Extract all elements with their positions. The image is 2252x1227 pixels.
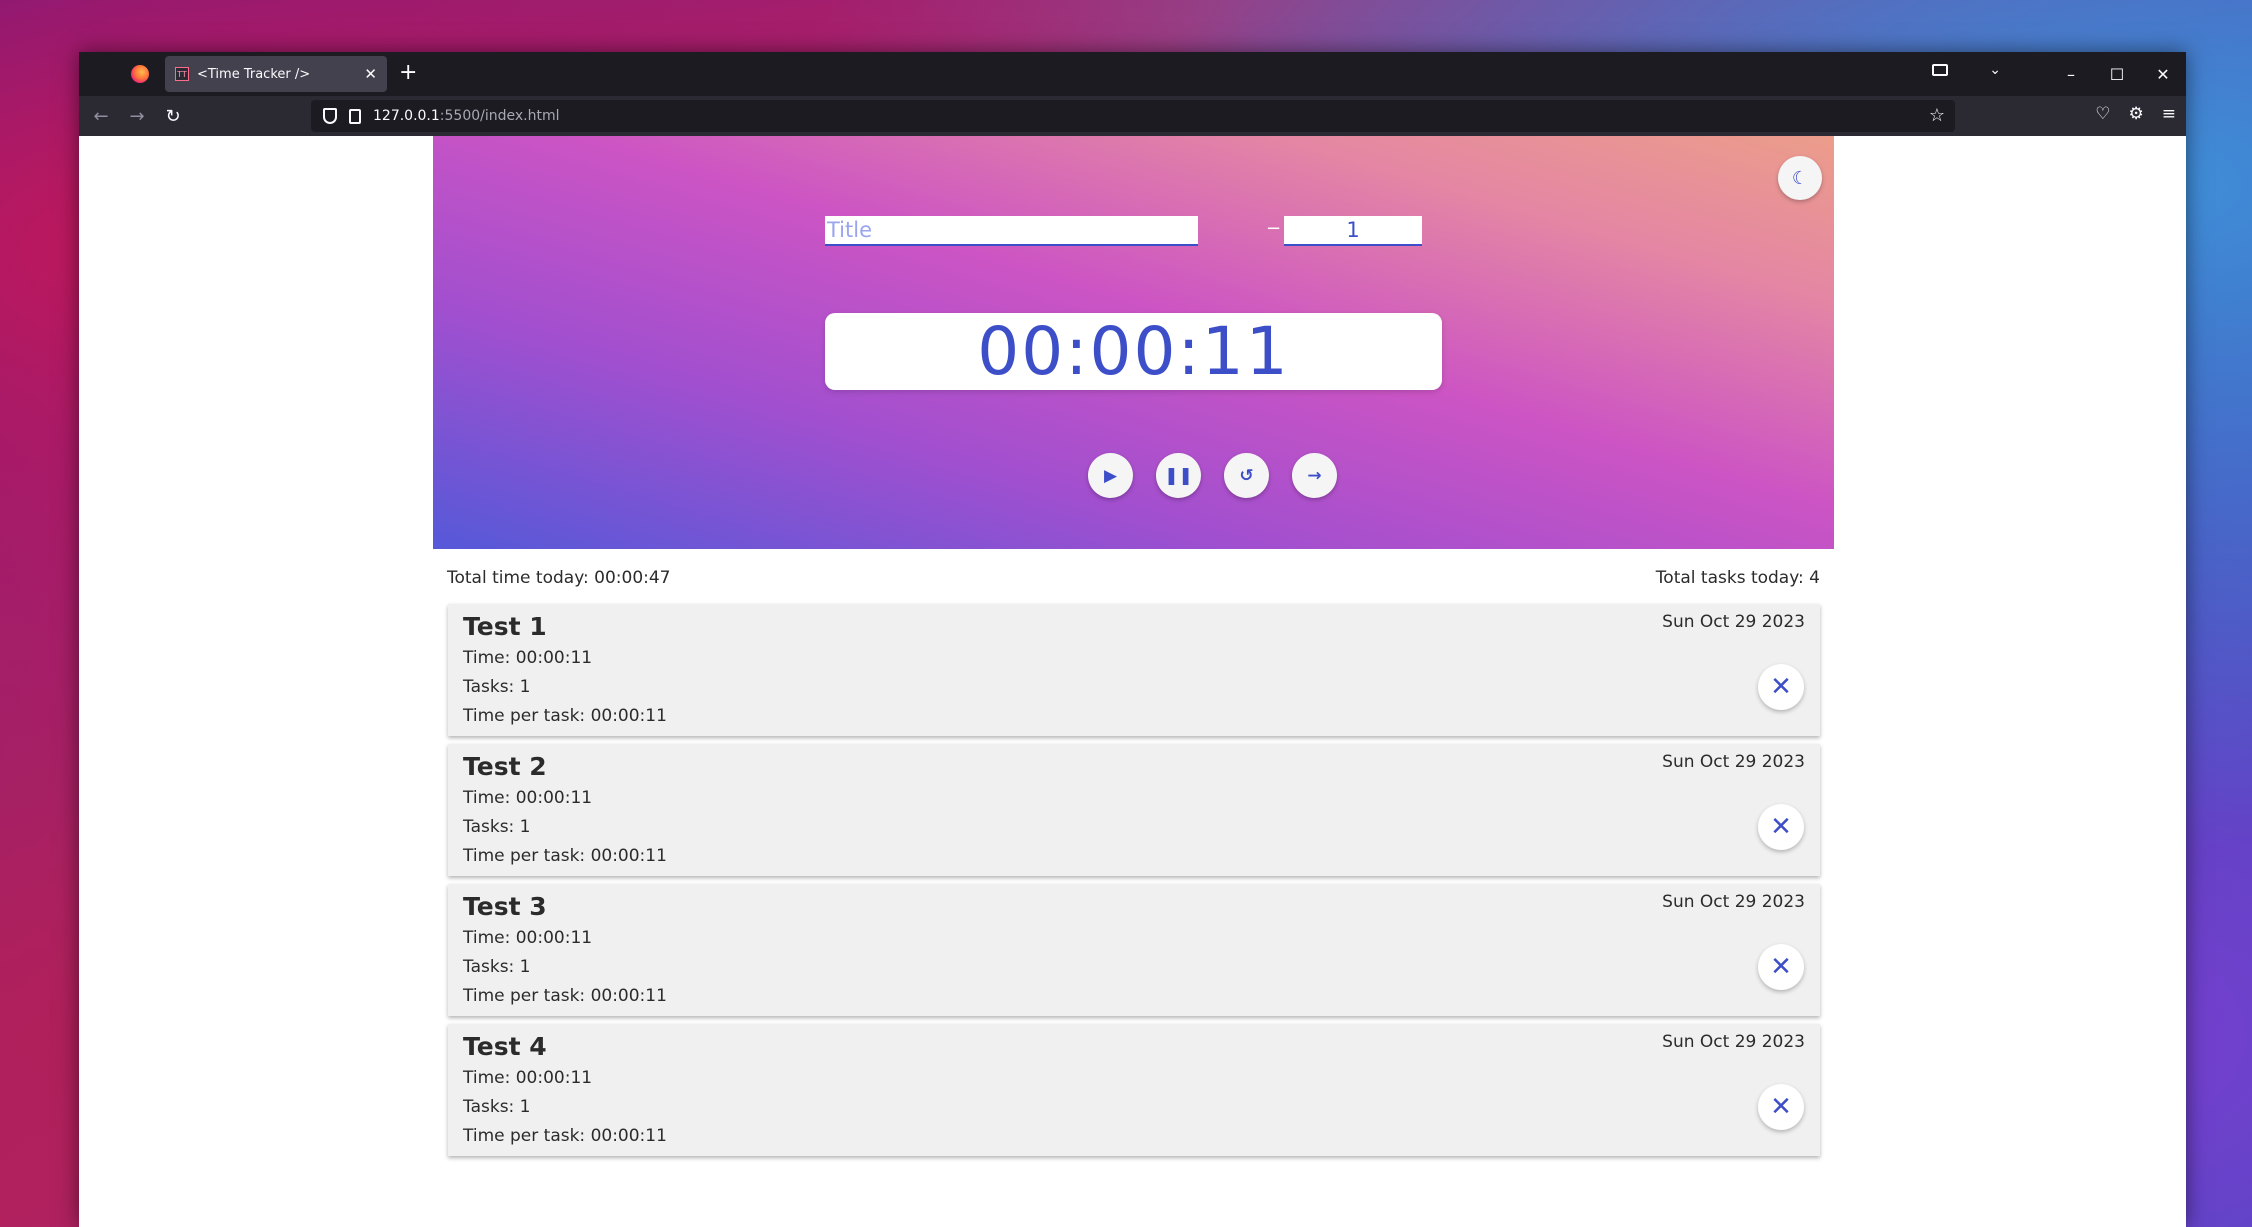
list-all-tabs-icon[interactable]: ⌄ — [1989, 62, 2001, 78]
decrement-button[interactable]: − — [1266, 218, 1281, 239]
new-tab-icon[interactable]: + — [399, 60, 417, 85]
dark-mode-toggle-button[interactable]: ☾ — [1778, 156, 1822, 200]
arrow-right-icon: → — [1307, 465, 1322, 486]
play-button[interactable]: ▶ — [1088, 453, 1133, 498]
task-count: Tasks: 1 — [463, 1097, 531, 1117]
task-title: Test 3 — [463, 892, 547, 921]
url-path: :5500/index.html — [439, 108, 560, 124]
task-time-per-task: Time per task: 00:00:11 — [463, 986, 667, 1006]
url-host: 127.0.0.1 — [373, 108, 440, 124]
timer-display: 00:00:11 — [825, 313, 1442, 390]
close-icon: ✕ — [1770, 1092, 1792, 1122]
task-count: Tasks: 1 — [463, 957, 531, 977]
task-time: Time: 00:00:11 — [463, 788, 593, 808]
total-time-today: Total time today: 00:00:47 — [447, 568, 671, 588]
close-icon: ✕ — [1770, 672, 1792, 702]
task-time-per-task: Time per task: 00:00:11 — [463, 1126, 667, 1146]
forward-icon[interactable]: → — [119, 106, 155, 127]
tab-strip: TT <Time Tracker /> ✕ + ⌄ – ☐ ✕ — [79, 52, 2186, 96]
reload-icon[interactable]: ↻ — [155, 106, 191, 127]
task-count: Tasks: 1 — [463, 677, 531, 697]
toolbar-right: ♡ ⚙ ≡ — [2095, 104, 2176, 124]
task-date: Sun Oct 29 2023 — [1662, 892, 1805, 912]
pause-icon: ❚❚ — [1164, 465, 1193, 486]
task-title: Test 2 — [463, 752, 547, 781]
task-time: Time: 00:00:11 — [463, 928, 593, 948]
close-window-icon[interactable]: ✕ — [2140, 65, 2186, 84]
daily-summary: Total time today: 00:00:47 Total tasks t… — [447, 568, 1820, 588]
task-title: Test 1 — [463, 612, 547, 641]
back-icon[interactable]: ← — [83, 106, 119, 127]
task-count: Tasks: 1 — [463, 817, 531, 837]
task-card: Test 1 Time: 00:00:11 Tasks: 1 Time per … — [448, 604, 1820, 736]
title-input[interactable] — [825, 216, 1198, 246]
delete-task-button[interactable]: ✕ — [1758, 944, 1804, 990]
task-card: Test 3 Time: 00:00:11 Tasks: 1 Time per … — [448, 884, 1820, 1016]
task-time: Time: 00:00:11 — [463, 648, 593, 668]
delete-task-button[interactable]: ✕ — [1758, 1084, 1804, 1130]
url-bar[interactable]: 127.0.0.1 :5500/index.html ☆ — [311, 100, 1955, 132]
task-date: Sun Oct 29 2023 — [1662, 1032, 1805, 1052]
delete-task-button[interactable]: ✕ — [1758, 664, 1804, 710]
reset-button[interactable]: ↺ — [1224, 453, 1269, 498]
task-date: Sun Oct 29 2023 — [1662, 752, 1805, 772]
play-icon: ▶ — [1103, 465, 1118, 486]
task-title: Test 4 — [463, 1032, 547, 1061]
browser-window: TT <Time Tracker /> ✕ + ⌄ – ☐ ✕ ← → ↻ 12… — [79, 52, 2186, 1227]
page-icon[interactable] — [349, 108, 361, 124]
delete-task-button[interactable]: ✕ — [1758, 804, 1804, 850]
task-list: Test 1 Time: 00:00:11 Tasks: 1 Time per … — [448, 604, 1820, 1164]
extensions-icon[interactable]: ⚙ — [2129, 104, 2144, 124]
pause-button[interactable]: ❚❚ — [1156, 453, 1201, 498]
menu-icon[interactable]: ≡ — [2162, 104, 2176, 124]
pocket-icon[interactable]: ♡ — [2095, 104, 2110, 124]
page-content: ☾ − 1 + 00:00:11 ▶ ❚❚ ↺ → — [79, 136, 2186, 1227]
close-icon: ✕ — [1770, 812, 1792, 842]
task-time-per-task: Time per task: 00:00:11 — [463, 706, 667, 726]
minimize-icon[interactable]: – — [2048, 65, 2094, 84]
task-card: Test 4 Time: 00:00:11 Tasks: 1 Time per … — [448, 1024, 1820, 1156]
save-button[interactable]: → — [1292, 453, 1337, 498]
timer-controls: ▶ ❚❚ ↺ → — [1088, 453, 1337, 498]
maximize-icon[interactable]: ☐ — [2094, 65, 2140, 84]
moon-icon: ☾ — [1791, 167, 1809, 189]
tab-close-icon[interactable]: ✕ — [364, 65, 377, 83]
firefox-logo-icon[interactable] — [131, 65, 149, 83]
picture-in-picture-icon[interactable] — [1932, 64, 1948, 76]
task-card: Test 2 Time: 00:00:11 Tasks: 1 Time per … — [448, 744, 1820, 876]
task-time-per-task: Time per task: 00:00:11 — [463, 846, 667, 866]
increment-button[interactable]: + — [1401, 216, 1416, 237]
tab-favicon-icon: TT — [175, 67, 189, 81]
timer-panel: ☾ − 1 + 00:00:11 ▶ ❚❚ ↺ → — [433, 136, 1834, 549]
navigation-bar: ← → ↻ 127.0.0.1 :5500/index.html ☆ ♡ ⚙ ≡ — [79, 96, 2186, 136]
close-icon: ✕ — [1770, 952, 1792, 982]
tab-time-tracker[interactable]: TT <Time Tracker /> ✕ — [165, 56, 387, 92]
window-controls: – ☐ ✕ — [2048, 52, 2186, 96]
task-time: Time: 00:00:11 — [463, 1068, 593, 1088]
shield-icon[interactable] — [323, 108, 337, 124]
bookmark-star-icon[interactable]: ☆ — [1929, 105, 1945, 126]
reset-icon: ↺ — [1239, 465, 1254, 486]
task-date: Sun Oct 29 2023 — [1662, 612, 1805, 632]
tab-title: <Time Tracker /> — [197, 66, 311, 82]
total-tasks-today: Total tasks today: 4 — [1655, 568, 1820, 588]
